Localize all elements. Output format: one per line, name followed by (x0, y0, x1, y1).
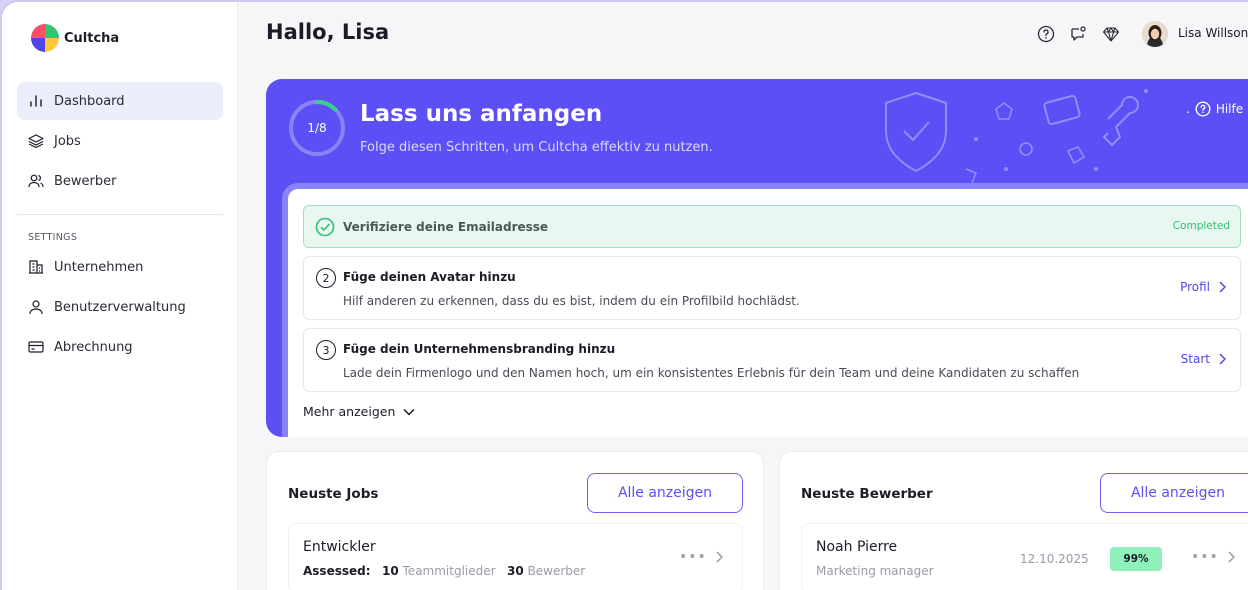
sidebar-item-label: Abrechnung (54, 339, 133, 355)
card-title: Neuste Jobs (288, 486, 379, 502)
bar-chart-icon (30, 95, 42, 107)
brand-name: Cultcha (64, 30, 120, 46)
latest-jobs-card: Neuste Jobs Alle anzeigen Entwickler Ass… (266, 451, 764, 590)
sidebar-item-bewerber[interactable]: Bewerber (17, 162, 223, 200)
sidebar-item-unternehmen[interactable]: Unternehmen (17, 248, 223, 286)
chevron-right-icon (1219, 281, 1226, 293)
sidebar-item-label: Jobs (54, 133, 81, 149)
step-action-label: Profil (1180, 280, 1210, 294)
assessed-label: Assessed: (303, 564, 371, 578)
decorative-illustration-icon (885, 89, 1148, 184)
sidebar-divider (17, 214, 223, 215)
sidebar-item-label: Dashboard (54, 93, 125, 109)
step-action-label: Start (1180, 352, 1210, 366)
chevron-right-icon[interactable] (1227, 551, 1235, 563)
chevron-right-icon (1219, 353, 1226, 365)
applicant-row[interactable]: Noah Pierre Marketing manager 12.10.2025… (801, 523, 1248, 590)
help-circle-icon[interactable] (1036, 24, 1056, 44)
start-link[interactable]: Start (1181, 352, 1226, 366)
sidebar-item-dashboard[interactable]: Dashboard (17, 82, 223, 120)
step-description: Lade dein Firmenlogo und den Namen hoch,… (343, 366, 1080, 380)
team-count: 10 (381, 564, 399, 578)
sidebar-item-label: Bewerber (54, 173, 117, 189)
onboarding-banner: 1/8 Lass uns anfangen Folge diesen Schri… (266, 79, 1248, 437)
help-prefix: . (1186, 102, 1190, 116)
progress-counter: 1/8 (307, 121, 327, 135)
sidebar-item-benutzerverwaltung[interactable]: Benutzerverwaltung (17, 288, 223, 326)
sidebar-item-label: Benutzerverwaltung (54, 299, 186, 315)
onboarding-step-branding[interactable]: 3 Füge dein Unternehmensbranding hinzu L… (303, 328, 1241, 392)
latest-applicants-card: Neuste Bewerber Alle anzeigen Noah Pierr… (779, 451, 1248, 590)
settings-section-label: SETTINGS (28, 232, 78, 243)
sidebar-item-abrechnung[interactable]: Abrechnung (17, 328, 223, 366)
layers-icon (28, 134, 44, 149)
team-label: Teammitglieder (402, 564, 496, 578)
applicant-date: 12.10.2025 (1020, 552, 1089, 566)
match-score-badge: 99% (1110, 547, 1162, 571)
more-options-icon[interactable]: ••• (1191, 549, 1219, 565)
help-circle-icon (1195, 101, 1211, 117)
page-title: Hallo, Lisa (266, 20, 390, 44)
users-icon (28, 174, 44, 188)
applicant-count: 30 (507, 564, 524, 578)
sidebar-item-jobs[interactable]: Jobs (17, 122, 223, 160)
user-icon (29, 300, 43, 315)
sidebar: Cultcha Dashboard Jobs Bewerber SETTINGS… (2, 2, 238, 590)
app-frame: Cultcha Dashboard Jobs Bewerber SETTINGS… (0, 0, 1248, 590)
applicant-name: Noah Pierre (816, 539, 898, 555)
step-title: Verifiziere deine Emailadresse (343, 220, 549, 234)
show-more-label: Mehr anzeigen (303, 404, 396, 419)
onboarding-title: Lass uns anfangen (360, 101, 603, 127)
show-more-button[interactable]: Mehr anzeigen (303, 404, 415, 419)
help-link[interactable]: . Hilfe (1186, 101, 1243, 117)
step-title: Füge deinen Avatar hinzu (343, 270, 516, 284)
job-title: Entwickler (303, 539, 376, 555)
check-circle-icon (315, 217, 335, 237)
building-icon (29, 260, 43, 274)
applicant-role: Marketing manager (816, 564, 934, 578)
onboarding-step-avatar[interactable]: 2 Füge deinen Avatar hinzu Hilf anderen … (303, 256, 1241, 320)
sidebar-item-label: Unternehmen (54, 259, 144, 275)
profil-link[interactable]: Profil (1180, 280, 1226, 294)
brand-logo[interactable]: Cultcha (30, 23, 119, 53)
step-number: 2 (316, 268, 336, 288)
avatar[interactable] (1142, 21, 1168, 47)
onboarding-step-verify-email[interactable]: Verifiziere deine Emailadresse Completed (303, 205, 1241, 248)
step-number: 3 (316, 340, 336, 360)
credit-card-icon (28, 341, 44, 353)
diamond-icon[interactable] (1101, 24, 1121, 44)
step-title: Füge dein Unternehmensbranding hinzu (343, 342, 616, 356)
step-description: Hilf anderen zu erkennen, dass du es bis… (343, 294, 800, 308)
onboarding-steps-panel: Verifiziere deine Emailadresse Completed… (282, 183, 1248, 437)
applicant-label: Bewerber (527, 564, 586, 578)
chevron-right-icon[interactable] (715, 551, 723, 563)
cultcha-logo-icon (31, 24, 59, 52)
onboarding-subtitle: Folge diesen Schritten, um Cultcha effek… (360, 140, 713, 155)
status-badge: Completed (1172, 220, 1230, 232)
card-title: Neuste Bewerber (801, 486, 933, 502)
chevron-down-icon (403, 408, 415, 416)
more-options-icon[interactable]: ••• (679, 549, 707, 565)
view-all-jobs-button[interactable]: Alle anzeigen (587, 473, 743, 513)
user-name[interactable]: Lisa Willson (1178, 26, 1248, 40)
view-all-applicants-button[interactable]: Alle anzeigen (1100, 473, 1248, 513)
job-meta: Assessed: 10 Teammitglieder 30 Bewerber (303, 564, 585, 578)
help-label: Hilfe (1215, 102, 1244, 116)
chat-notification-icon[interactable] (1068, 24, 1088, 44)
job-row[interactable]: Entwickler Assessed: 10 Teammitglieder 3… (288, 523, 743, 590)
